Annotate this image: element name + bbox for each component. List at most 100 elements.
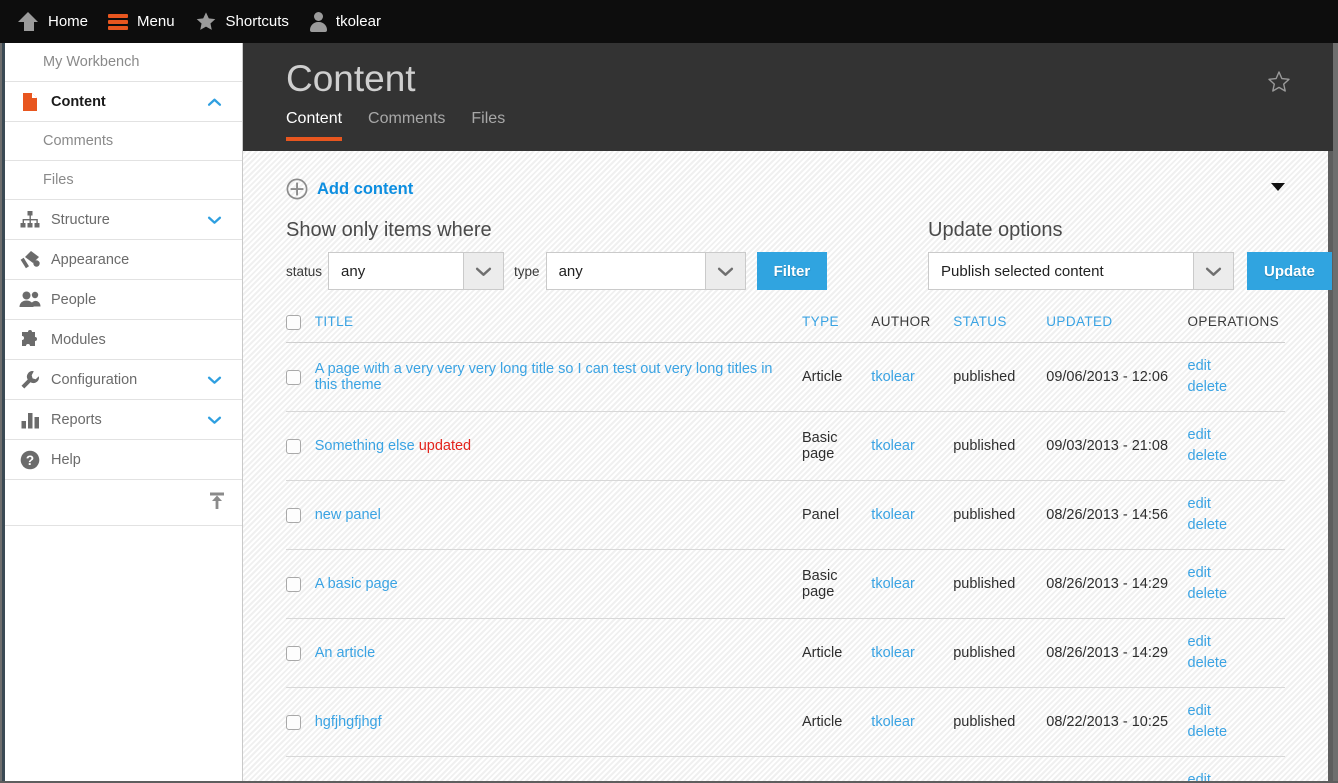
edit-link[interactable]: edit <box>1188 701 1285 722</box>
filter-button[interactable]: Filter <box>757 252 828 290</box>
row-title-cell: new panel <box>315 481 802 550</box>
row-author-link[interactable]: tkolear <box>871 507 915 523</box>
select-all-checkbox[interactable] <box>286 315 301 330</box>
edit-link[interactable]: edit <box>1188 494 1285 515</box>
sidebar-item-files[interactable]: Files <box>5 161 242 200</box>
filter-controls: status any type any <box>286 252 886 290</box>
edit-link[interactable]: edit <box>1188 425 1285 446</box>
collapse-to-top-icon[interactable] <box>206 490 228 512</box>
row-title-link[interactable]: new panel <box>315 507 381 523</box>
sidebar: My Workbench Content Comments Files <box>2 43 243 781</box>
column-header-title[interactable]: TITLE <box>315 310 802 342</box>
chevron-up-icon[interactable] <box>207 97 222 106</box>
row-status-cell: published <box>953 411 1046 480</box>
delete-link[interactable]: delete <box>1188 653 1285 674</box>
update-options-heading: Update options <box>928 219 1332 242</box>
filters-row: Show only items where status any type an… <box>286 219 1285 290</box>
chevron-down-icon[interactable] <box>207 415 222 424</box>
plus-circle-icon[interactable] <box>286 178 308 200</box>
chevron-down-icon[interactable] <box>207 215 222 224</box>
column-header-updated[interactable]: UPDATED <box>1046 310 1169 342</box>
tab-files[interactable]: Files <box>471 110 505 141</box>
row-operations-cell: edit delete <box>1170 688 1285 757</box>
row-checkbox[interactable] <box>286 646 301 661</box>
delete-link[interactable]: delete <box>1188 584 1285 605</box>
toolbar-item-shortcuts[interactable]: Shortcuts <box>189 0 303 43</box>
star-outline-icon[interactable] <box>1267 70 1291 94</box>
sidebar-item-configuration[interactable]: Configuration <box>5 360 242 400</box>
column-header-status[interactable]: STATUS <box>953 310 1046 342</box>
update-action-select[interactable]: Publish selected content <box>928 252 1234 290</box>
sidebar-item-appearance[interactable]: Appearance <box>5 240 242 280</box>
row-title-link[interactable]: A basic page <box>315 576 398 592</box>
row-title-link[interactable]: Something else <box>315 438 419 454</box>
delete-link[interactable]: delete <box>1188 446 1285 467</box>
table-row: The article Article tkolear published 08… <box>286 757 1285 781</box>
row-author-cell: tkolear <box>871 688 953 757</box>
add-content-link[interactable]: Add content <box>317 180 413 199</box>
column-header-type[interactable]: TYPE <box>802 310 871 342</box>
sidebar-item-label: Reports <box>51 412 102 428</box>
edit-link[interactable]: edit <box>1188 563 1285 584</box>
row-operations-cell: edit delete <box>1170 619 1285 688</box>
update-action-value: Publish selected content <box>929 253 1193 289</box>
sidebar-item-label: Modules <box>51 332 106 348</box>
tab-content[interactable]: Content <box>286 110 342 141</box>
type-select[interactable]: any <box>546 252 746 290</box>
toolbar-item-home[interactable]: Home <box>12 0 102 43</box>
row-author-link[interactable]: tkolear <box>871 369 915 385</box>
caret-down-icon[interactable] <box>1271 183 1285 191</box>
row-author-link[interactable]: tkolear <box>871 645 915 661</box>
edit-link[interactable]: edit <box>1188 770 1285 781</box>
svg-text:?: ? <box>26 453 34 468</box>
row-type-cell: Article <box>802 619 871 688</box>
row-checkbox[interactable] <box>286 439 301 454</box>
column-header-author: AUTHOR <box>871 310 953 342</box>
status-select[interactable]: any <box>328 252 504 290</box>
sidebar-item-reports[interactable]: Reports <box>5 400 242 440</box>
row-checkbox[interactable] <box>286 370 301 385</box>
sidebar-item-modules[interactable]: Modules <box>5 320 242 360</box>
toolbar-item-menu[interactable]: Menu <box>102 0 189 43</box>
sidebar-item-help[interactable]: ? Help <box>5 440 242 480</box>
sidebar-item-comments[interactable]: Comments <box>5 122 242 161</box>
delete-link[interactable]: delete <box>1188 515 1285 536</box>
table-row: hgfjhgfjhgf Article tkolear published 08… <box>286 688 1285 757</box>
sidebar-footer <box>5 480 242 526</box>
row-author-link[interactable]: tkolear <box>871 438 915 454</box>
row-title-cell: A basic page <box>315 550 802 619</box>
update-button[interactable]: Update <box>1247 252 1332 290</box>
row-title-link[interactable]: A page with a very very very long title … <box>315 361 773 393</box>
toolbar-item-user[interactable]: tkolear <box>303 0 395 43</box>
sidebar-item-label: Comments <box>43 133 113 149</box>
sidebar-item-structure[interactable]: Structure <box>5 200 242 240</box>
row-title-cell: A page with a very very very long title … <box>315 342 802 411</box>
sidebar-item-people[interactable]: People <box>5 280 242 320</box>
edit-link[interactable]: edit <box>1188 632 1285 653</box>
edit-link[interactable]: edit <box>1188 356 1285 377</box>
select-all-header <box>286 310 315 342</box>
sidebar-item-label: Content <box>51 94 106 110</box>
sidebar-item-label: People <box>51 292 96 308</box>
sidebar-item-my-workbench[interactable]: My Workbench <box>5 43 242 82</box>
row-updated-cell: 08/26/2013 - 14:29 <box>1046 550 1169 619</box>
row-updated-cell: 08/21/2013 - 16:21 <box>1046 757 1169 781</box>
row-select-cell <box>286 481 315 550</box>
delete-link[interactable]: delete <box>1188 377 1285 398</box>
sidebar-item-content[interactable]: Content <box>5 82 242 122</box>
row-checkbox[interactable] <box>286 715 301 730</box>
row-title-link[interactable]: An article <box>315 645 375 661</box>
row-checkbox[interactable] <box>286 508 301 523</box>
row-title-cell: An article <box>315 619 802 688</box>
tab-comments[interactable]: Comments <box>368 110 445 141</box>
row-checkbox[interactable] <box>286 577 301 592</box>
chevron-down-icon[interactable] <box>207 375 222 384</box>
document-icon <box>19 91 41 113</box>
row-title-link[interactable]: hgfjhgfjhgf <box>315 714 382 730</box>
row-author-link[interactable]: tkolear <box>871 714 915 730</box>
row-author-link[interactable]: tkolear <box>871 576 915 592</box>
status-label: status <box>286 264 322 279</box>
sitemap-icon <box>19 209 41 231</box>
row-type-cell: Article <box>802 688 871 757</box>
delete-link[interactable]: delete <box>1188 722 1285 743</box>
